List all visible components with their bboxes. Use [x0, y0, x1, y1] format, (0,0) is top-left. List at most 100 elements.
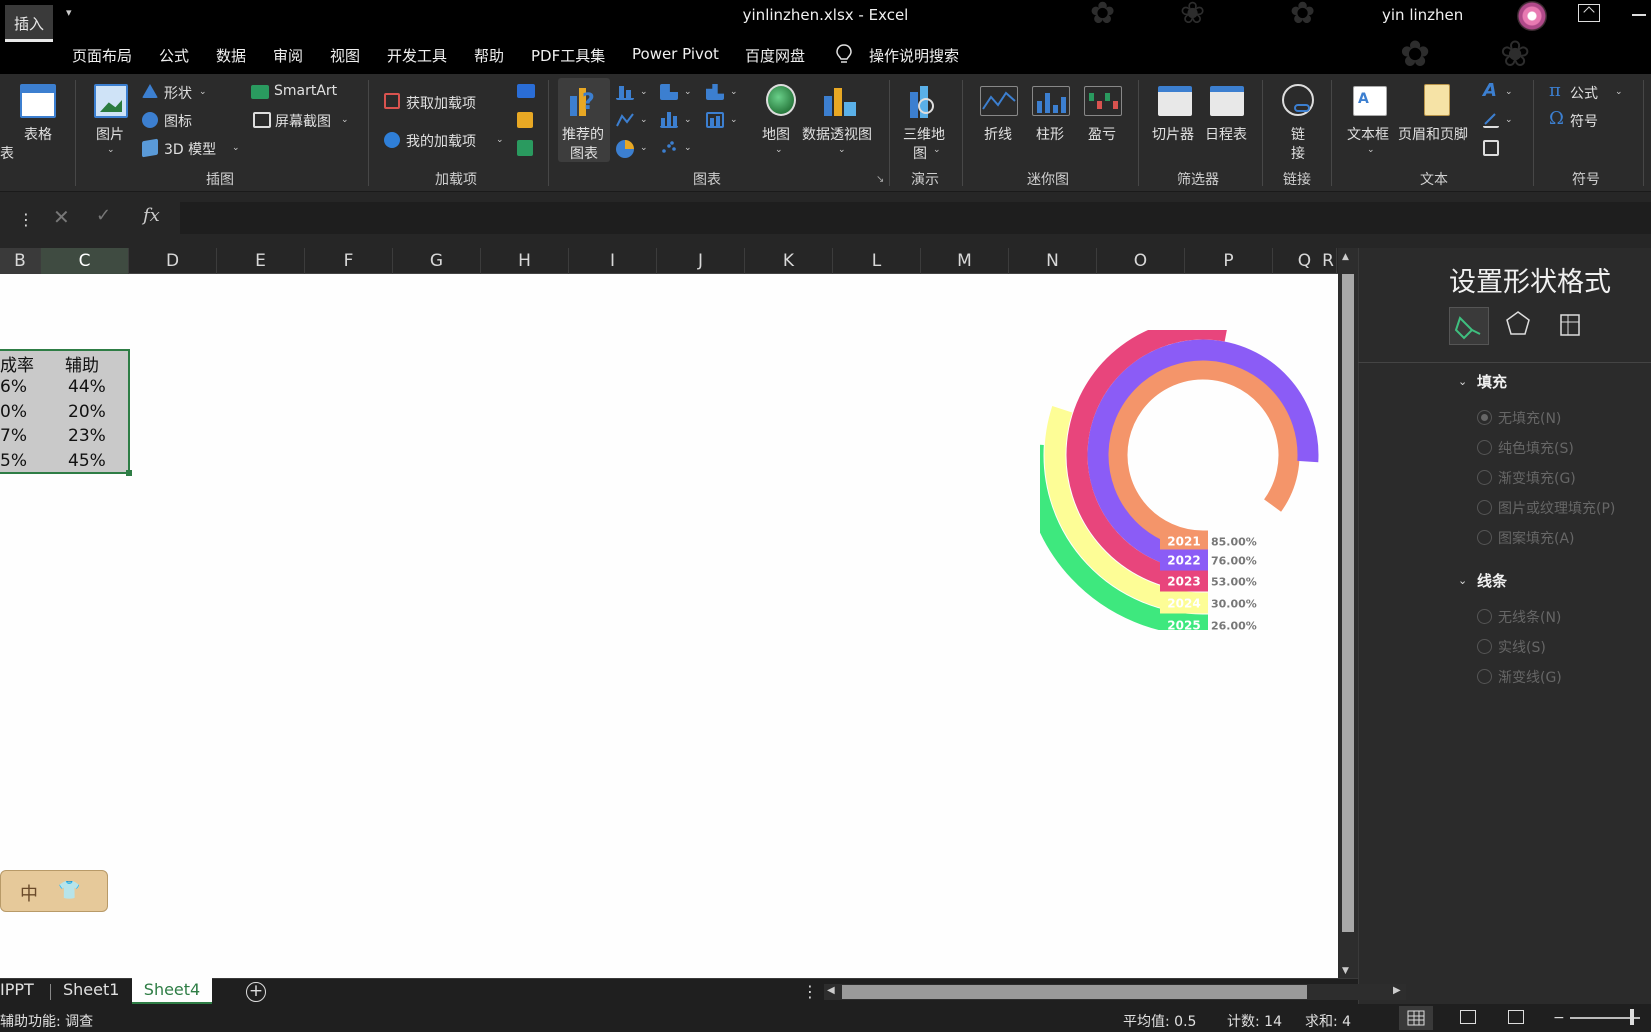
zoom-slider-thumb[interactable]: [1630, 1009, 1634, 1025]
tab-review[interactable]: 审阅: [273, 45, 303, 66]
cell-c[interactable]: 23%: [68, 426, 106, 446]
column-header-i[interactable]: I: [569, 248, 657, 274]
3d-model-button[interactable]: 3D 模型: [164, 139, 216, 159]
sparkline-column-button[interactable]: 柱形: [1036, 124, 1064, 144]
pivot-chart-button[interactable]: 数据透视图: [802, 124, 872, 144]
radio-pattern-fill[interactable]: [1477, 530, 1492, 545]
enter-check-icon[interactable]: ✓: [96, 205, 111, 226]
line-chart-icon[interactable]: [616, 112, 634, 128]
tab-insert[interactable]: 插入: [5, 5, 53, 42]
more-options-icon[interactable]: ⋮: [18, 210, 34, 229]
symbol-button[interactable]: 符号: [1570, 111, 1598, 131]
sparkline-winloss-icon[interactable]: [1084, 86, 1122, 116]
equation-button[interactable]: 公式: [1570, 83, 1598, 103]
timeline-icon[interactable]: [1210, 86, 1244, 116]
chart-arc-2021[interactable]: [1106, 358, 1300, 552]
user-name[interactable]: yin linzhen: [1382, 6, 1463, 24]
radial-bar-chart[interactable]: 2021 85.00% 2022 76.00% 2023 53.00% 2024 30.00%…: [1040, 330, 1338, 630]
cell-b[interactable]: 6%: [0, 377, 27, 397]
get-addins-button[interactable]: 获取加载项: [406, 93, 476, 113]
statistic-chart-icon[interactable]: [660, 112, 678, 128]
3d-map-label-2[interactable]: 图: [913, 143, 927, 163]
smartart-button[interactable]: SmartArt: [274, 83, 337, 99]
accessibility-status[interactable]: 辅助功能: 调查: [0, 1011, 93, 1031]
tab-page-layout[interactable]: 页面布局: [72, 45, 132, 66]
sparkline-line-icon[interactable]: [980, 86, 1018, 116]
radio-gradient-line[interactable]: [1477, 669, 1492, 684]
column-header-r[interactable]: R: [1318, 248, 1338, 274]
link-label-2[interactable]: 接: [1291, 143, 1305, 163]
cube-3d-icon[interactable]: [142, 138, 158, 158]
pi-icon[interactable]: π: [1549, 80, 1561, 101]
column-header-e[interactable]: E: [217, 248, 305, 274]
sheet-tab-sheet4[interactable]: Sheet4: [132, 978, 212, 1004]
chevron-down-icon[interactable]: ⌄: [1458, 375, 1467, 388]
scroll-down-icon[interactable]: ▼: [1342, 966, 1349, 976]
tell-me-search[interactable]: 操作说明搜索: [869, 45, 959, 66]
timeline-button[interactable]: 日程表: [1205, 124, 1247, 144]
tab-split-handle-icon[interactable]: ⋮: [802, 982, 818, 1001]
sparkline-column-icon[interactable]: [1032, 86, 1070, 116]
scroll-right-icon[interactable]: ▶: [1393, 985, 1401, 996]
cell-c-header[interactable]: 辅助: [65, 351, 99, 376]
page-layout-view-icon[interactable]: [1460, 1010, 1476, 1024]
cell-b[interactable]: 7%: [0, 426, 27, 446]
chart-arc-2022[interactable]: [1087, 339, 1319, 571]
option-solid-fill[interactable]: 纯色填充(S): [1498, 438, 1574, 458]
option-gradient-fill[interactable]: 渐变填充(G): [1498, 468, 1576, 488]
column-chart-icon[interactable]: [616, 84, 634, 100]
smartart-icon[interactable]: [251, 85, 269, 99]
minimize-icon[interactable]: [1632, 14, 1646, 16]
column-header-d[interactable]: D: [129, 248, 217, 274]
object-icon[interactable]: [1483, 140, 1499, 156]
tab-formulas[interactable]: 公式: [159, 45, 189, 66]
column-header-h[interactable]: H: [481, 248, 569, 274]
shapes-button[interactable]: 形状: [164, 83, 192, 103]
charts-dialog-launcher-icon[interactable]: ↘: [876, 174, 884, 185]
3d-map-icon[interactable]: [906, 84, 942, 118]
line-section-header[interactable]: 线条: [1477, 570, 1507, 591]
slicer-icon[interactable]: [1158, 86, 1192, 116]
scroll-up-icon[interactable]: ▲: [1342, 252, 1349, 262]
ime-mode-label[interactable]: 中: [20, 880, 38, 906]
column-header-k[interactable]: K: [745, 248, 833, 274]
option-picture-fill[interactable]: 图片或纹理填充(P): [1498, 498, 1615, 518]
sheet-tab-ippt[interactable]: IPPT: [0, 980, 34, 999]
vertical-scroll-thumb[interactable]: [1342, 274, 1354, 932]
column-header-n[interactable]: N: [1009, 248, 1097, 274]
column-header-f[interactable]: F: [305, 248, 393, 274]
radio-solid-line[interactable]: [1477, 639, 1492, 654]
tab-view[interactable]: 视图: [330, 45, 360, 66]
tab-power-pivot[interactable]: Power Pivot: [632, 45, 719, 63]
pivot-chart-icon[interactable]: [822, 84, 858, 116]
signature-line-icon[interactable]: [1483, 112, 1499, 128]
header-footer-button[interactable]: 页眉和页脚: [1398, 124, 1468, 144]
shirt-icon[interactable]: 👕: [58, 880, 80, 901]
option-solid-line[interactable]: 实线(S): [1498, 637, 1546, 657]
visio-icon[interactable]: [517, 84, 535, 98]
bing-icon[interactable]: [517, 112, 533, 128]
avatar[interactable]: [1517, 1, 1547, 31]
recommended-charts-icon[interactable]: ?: [568, 84, 598, 116]
option-pattern-fill[interactable]: 图案填充(A): [1498, 528, 1575, 548]
size-properties-tab-icon[interactable]: [1556, 310, 1582, 342]
get-addins-icon[interactable]: [384, 93, 400, 109]
horizontal-scroll-thumb[interactable]: [842, 985, 1307, 999]
cell-c[interactable]: 20%: [68, 402, 106, 422]
insert-function-icon[interactable]: fx: [143, 205, 160, 226]
column-header-o[interactable]: O: [1097, 248, 1185, 274]
icons-button[interactable]: 图标: [164, 111, 192, 131]
my-addins-icon[interactable]: [384, 132, 400, 148]
screenshot-button[interactable]: 屏幕截图: [275, 111, 331, 131]
radio-solid-fill[interactable]: [1477, 440, 1492, 455]
tab-pdf-tools[interactable]: PDF工具集: [531, 45, 605, 66]
radio-picture-fill[interactable]: [1477, 500, 1492, 515]
maps-icon[interactable]: [766, 84, 796, 116]
ribbon-display-options-icon[interactable]: [1578, 4, 1600, 22]
screenshot-icon[interactable]: [253, 112, 271, 128]
3d-map-label-1[interactable]: 三维地: [903, 124, 945, 144]
column-header-j[interactable]: J: [657, 248, 745, 274]
chevron-down-icon[interactable]: ⌄: [1458, 574, 1467, 587]
cell-c[interactable]: 45%: [68, 451, 106, 471]
normal-view-button[interactable]: [1399, 1006, 1433, 1030]
